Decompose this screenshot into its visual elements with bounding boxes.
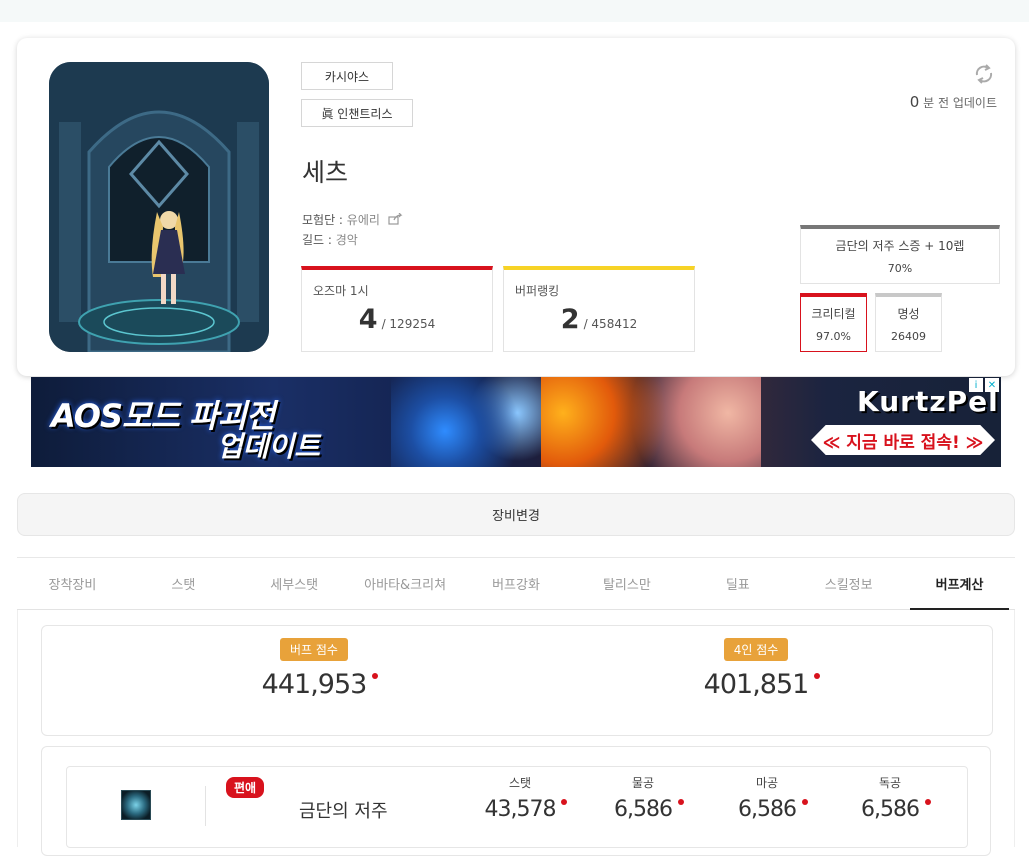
stat-value: 43,578 [485, 797, 568, 822]
character-card: 카시야스 眞 인챈트리스 세츠 모험단 : 유에리 길드 : 경악 오즈마 1시… [17, 38, 1015, 376]
rank-label: 버퍼랭킹 [515, 284, 560, 298]
character-portrait [49, 62, 269, 352]
curse-label: 금단의 저주 스증 + 10렙 [835, 239, 965, 253]
tab-skill-info[interactable]: 스킬정보 [793, 558, 904, 609]
character-name: 세츠 [302, 158, 349, 187]
share-icon[interactable] [388, 212, 403, 228]
info-dot-icon[interactable] [814, 673, 821, 679]
ad-banner[interactable]: AOS모드 파괴전 업데이트 KurtzPel ≪ 지금 바로 접속! ≫ i … [31, 377, 1001, 467]
physical-attack-column: 물공 6,586 [588, 774, 698, 822]
buff-score-label: 버프 점수 [280, 638, 348, 661]
tab-detailed-stats[interactable]: 세부스탯 [239, 558, 350, 609]
stat-label: 스탯 [508, 776, 532, 790]
buff-skill-name: 금단의 저주 [299, 801, 388, 822]
divider [205, 786, 206, 826]
tab-stats[interactable]: 스탯 [128, 558, 239, 609]
rank-value: 4/ 129254 [302, 304, 492, 335]
ad-info-icon[interactable]: i [969, 378, 983, 392]
tab-buff-enhance[interactable]: 버프강화 [461, 558, 572, 609]
guild-label: 길드 : [302, 233, 336, 247]
stat-value: 6,586 [738, 797, 808, 822]
critical-value: 97.0% [816, 330, 851, 343]
equipment-change-button[interactable]: 장비변경 [17, 493, 1015, 536]
tab-avatar-creature[interactable]: 아바타&크리쳐 [350, 558, 461, 609]
tab-bar: 장착장비 스탯 세부스탯 아바타&크리쳐 버프강화 탈리스만 딜표 스킬정보 버… [17, 557, 1015, 610]
adventure-label: 모험단 : [302, 213, 347, 227]
forbidden-curse-skill-icon [121, 790, 151, 820]
info-dot-icon[interactable] [372, 673, 379, 679]
curse-value: 70% [887, 262, 913, 275]
rank-number: 4 [358, 304, 378, 335]
stat-value: 6,586 [861, 797, 931, 822]
critical-box: 크리티컬 97.0% [800, 293, 867, 352]
stat-column: 스탯 43,578 [465, 774, 575, 822]
ad-controls: i ✕ [969, 378, 999, 392]
ad-close-icon[interactable]: ✕ [985, 378, 999, 392]
stat-label: 마공 [755, 776, 779, 790]
server-tag: 카시야스 [301, 62, 393, 90]
curse-stat-box: 금단의 저주 스증 + 10렙 70% [800, 225, 1000, 284]
ad-cta-button[interactable]: ≪ 지금 바로 접속! ≫ [811, 425, 995, 455]
job-tag: 眞 인챈트리스 [301, 99, 413, 127]
fame-label: 명성 [897, 307, 920, 321]
stat-value: 6,586 [614, 797, 684, 822]
stat-label: 물공 [631, 776, 655, 790]
fame-box: 명성 26409 [875, 293, 942, 352]
refresh-icon[interactable] [972, 62, 996, 90]
critical-label: 크리티컬 [811, 307, 856, 321]
buffer-rank-box[interactable]: 버퍼랭킹 2/ 458412 [503, 266, 695, 352]
rank-label: 오즈마 1시 [313, 284, 369, 298]
ozma-rank-box[interactable]: 오즈마 1시 4/ 129254 [301, 266, 493, 352]
adventure-row: 모험단 : 유에리 [302, 211, 403, 228]
party-score-value: 401,851 [704, 669, 821, 700]
favor-badge: 편애 [226, 777, 265, 798]
score-summary: 버프 점수 441,953 4인 점수 401,851 [41, 625, 993, 736]
info-dot-icon[interactable] [561, 799, 568, 805]
top-strip [0, 0, 1029, 22]
info-dot-icon[interactable] [677, 799, 684, 805]
guild-link[interactable]: 경악 [336, 233, 358, 247]
update-label: 분 전 업데이트 [919, 96, 997, 110]
independent-attack-column: 독공 6,586 [835, 774, 945, 822]
ad-subtitle: 업데이트 [217, 430, 321, 463]
info-dot-icon[interactable] [801, 799, 808, 805]
tab-damage-table[interactable]: 딜표 [682, 558, 793, 609]
ad-artwork [541, 377, 761, 467]
magic-attack-column: 마공 6,586 [712, 774, 822, 822]
tab-talisman[interactable]: 탈리스만 [571, 558, 682, 609]
tab-equipped-gear[interactable]: 장착장비 [17, 558, 128, 609]
rank-number: 2 [560, 304, 580, 335]
tab-buff-calc[interactable]: 버프계산 [904, 558, 1015, 610]
guild-row: 길드 : 경악 [302, 231, 358, 248]
adventure-link[interactable]: 유에리 [347, 213, 380, 227]
party-score: 4인 점수 401,851 [676, 638, 836, 700]
rank-value: 2/ 458412 [504, 304, 694, 335]
party-score-label: 4인 점수 [723, 638, 789, 661]
rank-total: / 129254 [381, 317, 436, 331]
buff-score: 버프 점수 441,953 [234, 638, 394, 700]
info-dot-icon[interactable] [924, 799, 931, 805]
rank-total: / 458412 [583, 317, 638, 331]
update-status: 0 분 전 업데이트 [910, 93, 997, 111]
fame-value: 26409 [891, 330, 926, 343]
update-count: 0 [909, 93, 920, 111]
stat-label: 독공 [878, 776, 902, 790]
buff-score-value: 441,953 [262, 669, 379, 700]
